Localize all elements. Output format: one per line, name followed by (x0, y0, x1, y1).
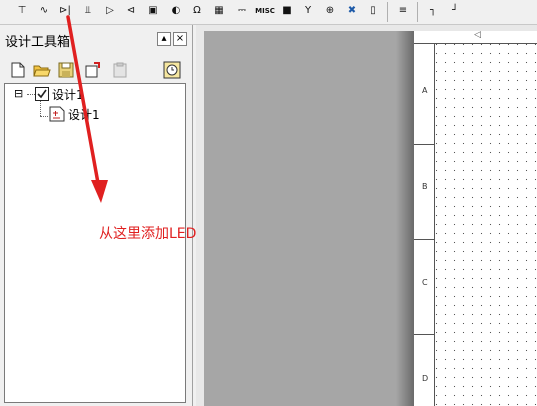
annotation-arrow (66, 15, 108, 203)
annotation-text: 从这里添加LED (99, 226, 197, 242)
